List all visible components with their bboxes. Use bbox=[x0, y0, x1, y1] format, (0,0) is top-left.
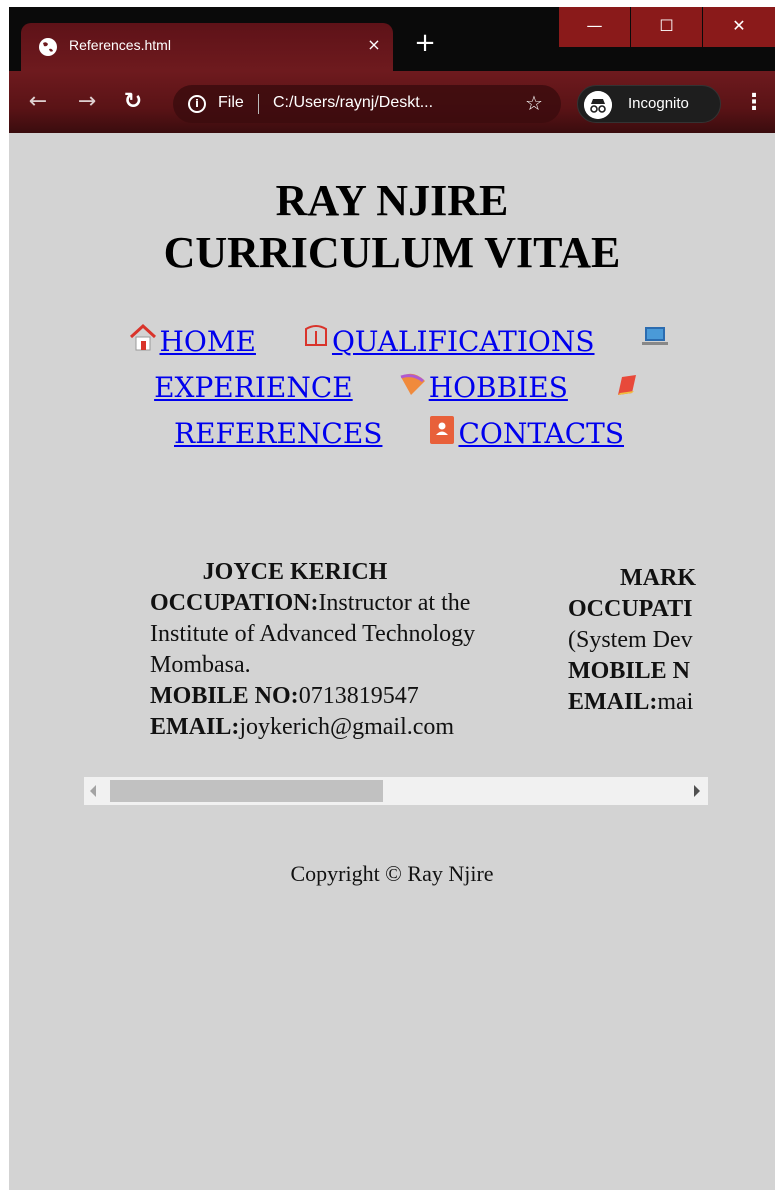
occupation-label: OCCUPATI bbox=[568, 596, 693, 622]
title-bar: References.html × + — ☐ ✕ bbox=[9, 7, 775, 77]
scroll-left-arrow-icon[interactable] bbox=[90, 785, 96, 797]
email-value: mai bbox=[657, 689, 694, 715]
occupation-value: (System Dev bbox=[568, 627, 693, 653]
nav-contacts-link[interactable]: CONTACTS bbox=[458, 417, 624, 450]
horizontal-scrollbar[interactable] bbox=[84, 777, 708, 805]
home-icon bbox=[130, 323, 157, 351]
tab-title: References.html bbox=[69, 37, 171, 53]
email-label: EMAIL: bbox=[150, 714, 240, 740]
reference-card: JOYCE KERICH OCCUPATION:Instructor at th… bbox=[150, 557, 520, 743]
nav-experience-link[interactable]: EXPERIENCE bbox=[154, 371, 353, 404]
book-icon bbox=[617, 375, 636, 395]
url-text[interactable]: C:/Users/raynj/Deskt... bbox=[273, 94, 433, 112]
browser-toolbar: ← → ↻ i File C:/Users/raynj/Deskt... ☆ I… bbox=[9, 71, 775, 133]
browser-window: References.html × + — ☐ ✕ ← → ↻ i File C… bbox=[9, 7, 775, 1190]
mobile-label: MOBILE N bbox=[568, 658, 691, 684]
email-value: joykerich@gmail.com bbox=[239, 714, 455, 740]
scroll-right-arrow-icon[interactable] bbox=[694, 785, 700, 797]
maximize-button[interactable]: ☐ bbox=[631, 7, 702, 47]
reference-name: MARK bbox=[620, 565, 696, 591]
scheme-label: File bbox=[218, 94, 244, 111]
main-nav: HOME QUALIFICATIONS EXPERIENCE HOBBIES R… bbox=[79, 319, 719, 457]
kebab-menu-icon[interactable]: ⋮ bbox=[743, 89, 765, 117]
address-bar[interactable]: i File C:/Users/raynj/Deskt... ☆ bbox=[173, 85, 561, 123]
reference-name: JOYCE KERICH bbox=[202, 559, 388, 585]
mobile-label: MOBILE NO: bbox=[150, 683, 299, 709]
reference-card: MARK OCCUPATI (System Dev MOBILE N EMAIL… bbox=[568, 563, 708, 718]
info-icon[interactable]: i bbox=[188, 95, 206, 113]
title-name: RAY NJIRE bbox=[275, 176, 509, 225]
email-label: EMAIL: bbox=[568, 689, 658, 715]
page-title: RAY NJIRE CURRICULUM VITAE bbox=[9, 175, 775, 279]
window-close-button[interactable]: ✕ bbox=[703, 7, 775, 47]
title-subtitle: CURRICULUM VITAE bbox=[163, 228, 621, 277]
incognito-label: Incognito bbox=[628, 95, 689, 112]
contacts-book-icon bbox=[430, 416, 455, 444]
references-scroll-area[interactable]: JOYCE KERICH OCCUPATION:Instructor at th… bbox=[84, 557, 708, 777]
footer-copyright: Copyright © Ray Njire bbox=[290, 861, 494, 886]
nav-home-link[interactable]: HOME bbox=[159, 325, 255, 358]
mobile-value: 0713819547 bbox=[298, 683, 419, 709]
divider bbox=[258, 94, 259, 114]
laptop-icon bbox=[641, 327, 668, 345]
incognito-badge[interactable]: Incognito bbox=[577, 85, 721, 123]
minimize-button[interactable]: — bbox=[559, 7, 630, 47]
close-tab-icon[interactable]: × bbox=[363, 34, 385, 56]
nav-qualifications-link[interactable]: QUALIFICATIONS bbox=[332, 325, 595, 358]
new-tab-button[interactable]: + bbox=[411, 29, 439, 57]
occupation-label: OCCUPATION: bbox=[150, 590, 319, 616]
globe-icon bbox=[39, 38, 57, 56]
graduation-icon bbox=[304, 325, 327, 346]
forward-arrow-icon[interactable]: → bbox=[73, 88, 101, 116]
page-viewport: RAY NJIRE CURRICULUM VITAE HOME QUALIFIC… bbox=[9, 133, 775, 1190]
nav-hobbies-link[interactable]: HOBBIES bbox=[429, 371, 568, 404]
incognito-icon bbox=[584, 91, 612, 119]
scrollbar-thumb[interactable] bbox=[110, 780, 383, 802]
nav-references-link[interactable]: REFERENCES bbox=[174, 417, 382, 450]
back-arrow-icon[interactable]: ← bbox=[24, 88, 52, 116]
hobbies-icon bbox=[400, 373, 425, 395]
active-tab[interactable]: References.html × bbox=[21, 23, 393, 71]
bookmark-star-icon[interactable]: ☆ bbox=[525, 91, 543, 115]
reload-icon[interactable]: ↻ bbox=[119, 88, 147, 116]
